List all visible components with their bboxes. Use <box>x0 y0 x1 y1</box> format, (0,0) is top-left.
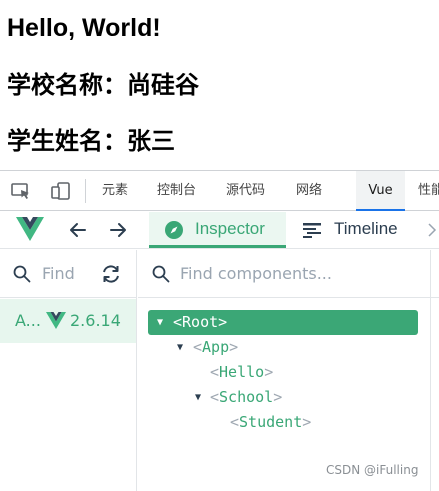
caret-down-icon[interactable]: ▼ <box>195 385 201 410</box>
search-icon <box>13 265 31 283</box>
component-name: Student <box>239 413 303 431</box>
tree-node-app[interactable]: ▼ <App> <box>138 335 418 360</box>
component-name: School <box>219 388 274 406</box>
app-search-input[interactable]: Find <box>42 264 74 283</box>
vue-logo-icon <box>46 312 66 329</box>
back-arrow-icon[interactable] <box>68 220 88 240</box>
app-list-item[interactable]: A... 2.6.14 <box>0 299 136 343</box>
timeline-icon <box>303 223 321 238</box>
csdn-watermark: CSDN @iFulling <box>326 463 419 477</box>
pane-divider[interactable] <box>430 250 431 491</box>
tab-elements[interactable]: 元素 <box>100 171 130 211</box>
toolbar-divider <box>85 179 86 203</box>
apps-pane: Find A... 2.6.14 <box>0 250 137 491</box>
tab-vue[interactable]: Vue <box>356 171 405 211</box>
tab-console[interactable]: 控制台 <box>155 171 198 211</box>
vue-logo-icon[interactable] <box>16 216 44 242</box>
forward-arrow-icon[interactable] <box>108 220 128 240</box>
tab-network[interactable]: 网络 <box>294 171 324 211</box>
chevron-right-icon[interactable] <box>425 220 439 240</box>
app-name: A... <box>15 311 41 330</box>
device-toolbar-icon[interactable] <box>50 181 72 201</box>
student-name-heading: 学生姓名：张三 <box>7 127 175 155</box>
tree-node-hello[interactable]: <Hello> <box>138 360 418 385</box>
rendered-page: Hello, World! 学校名称：尚硅谷 学生姓名：张三 <box>0 0 439 168</box>
tree-node-root[interactable]: ▼ <Root> <box>148 310 418 335</box>
component-search-input[interactable]: Find components... <box>180 264 332 283</box>
component-name: Root <box>182 313 219 331</box>
vue-version: 2.6.14 <box>70 311 121 330</box>
tree-node-school[interactable]: ▼ <School> <box>138 385 418 410</box>
tab-inspector[interactable]: Inspector <box>149 212 286 248</box>
tree-node-student[interactable]: <Student> <box>138 410 418 435</box>
caret-down-icon[interactable]: ▼ <box>157 310 163 335</box>
refresh-icon[interactable] <box>100 263 122 285</box>
component-name: App <box>202 338 230 356</box>
devtools-tab-bar: 元素 控制台 源代码 网络 Vue 性能 <box>0 171 439 211</box>
caret-down-icon[interactable]: ▼ <box>177 335 183 360</box>
devtools-panel: 元素 控制台 源代码 网络 Vue 性能 Inspector Timeline … <box>0 170 439 491</box>
tab-inspector-label: Inspector <box>195 219 265 238</box>
tab-timeline-label: Timeline <box>334 219 398 238</box>
vue-devtools-toolbar: Inspector Timeline <box>0 212 439 249</box>
search-icon <box>152 265 170 283</box>
inspect-element-icon[interactable] <box>10 181 32 201</box>
tab-performance[interactable]: 性能 <box>416 171 439 211</box>
component-name: Hello <box>219 363 265 381</box>
compass-icon <box>165 221 183 239</box>
app-search-bar[interactable]: Find <box>0 250 137 298</box>
component-search-bar[interactable]: Find components... <box>138 250 439 298</box>
hello-heading: Hello, World! <box>7 14 161 42</box>
tab-sources[interactable]: 源代码 <box>224 171 267 211</box>
component-tree-pane: Find components... ▼ <Root> ▼ <App> <Hel… <box>138 250 439 491</box>
school-name-heading: 学校名称：尚硅谷 <box>7 71 199 99</box>
